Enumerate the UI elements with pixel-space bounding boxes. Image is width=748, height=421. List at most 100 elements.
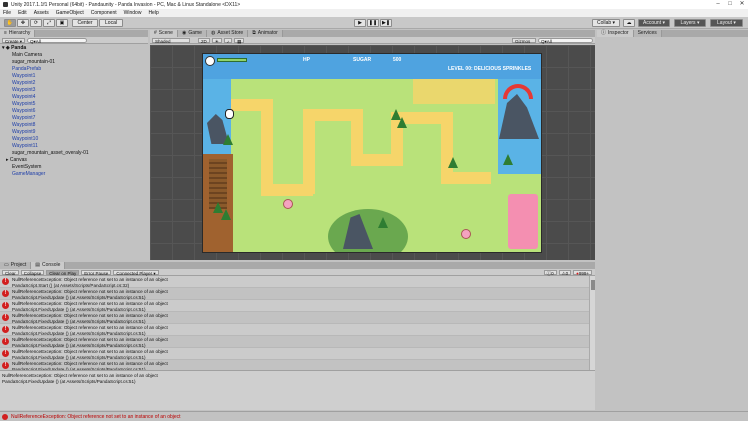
cloud-button[interactable]: ☁ [623, 19, 635, 27]
layers-label: Layers ▾ [680, 20, 700, 26]
console-row[interactable]: ! NullReferenceException: Object referenc… [0, 348, 592, 360]
account-button[interactable]: Account ▾ [638, 19, 670, 27]
tab-console[interactable]: ▤ Console [31, 262, 66, 269]
cake [508, 194, 538, 249]
menu-window[interactable]: Window [124, 10, 142, 16]
tab-services[interactable]: Services [633, 30, 662, 37]
warning-count-toggle[interactable]: ⚠0 [558, 269, 572, 276]
layout-button[interactable]: Layout ▾ [710, 19, 743, 27]
menu-component[interactable]: Component [91, 10, 117, 16]
tab-project[interactable]: ▭ Project [0, 262, 32, 269]
hierarchy-item[interactable]: Waypoint7 [0, 115, 148, 122]
path-segment [261, 99, 273, 194]
scale-tool-button[interactable]: ⤢ [43, 19, 55, 27]
hierarchy-item[interactable]: Waypoint8 [0, 122, 148, 129]
hierarchy-item-label: sugar_mountain-01 [12, 59, 56, 65]
hierarchy-item[interactable]: Waypoint3 [0, 87, 148, 94]
hierarchy-item[interactable]: Main Camera [0, 52, 148, 59]
menu-file[interactable]: File [3, 10, 11, 16]
step-button[interactable]: ▶❚ [380, 19, 392, 27]
hierarchy-search-input[interactable]: Q▾All [27, 37, 88, 44]
layers-button[interactable]: Layers ▾ [674, 19, 706, 27]
hierarchy-item[interactable]: sugar_mountain_asset_overaly-01 [0, 150, 148, 157]
connected-player-dropdown[interactable]: Connected Player ▾ [113, 269, 159, 276]
hierarchy-item[interactable]: sugar_mountain-01 [0, 59, 148, 66]
hud-sugar-value: 500 [393, 57, 402, 63]
hierarchy-item[interactable]: Waypoint4 [0, 94, 148, 101]
pause-button[interactable]: ❚❚ [367, 19, 379, 27]
folder-icon: ▭ [4, 262, 9, 268]
error-count-toggle[interactable]: ●999+ [573, 269, 592, 276]
hierarchy-item-label: Waypoint3 [12, 87, 36, 93]
menu-edit[interactable]: Edit [18, 10, 27, 16]
console-scroll-thumb[interactable] [591, 280, 595, 290]
step-icon: ▶❚ [381, 20, 391, 26]
collapse-button[interactable]: Collapse [20, 269, 45, 276]
shading-dropdown[interactable]: Shaded [152, 37, 190, 44]
tab-inspector[interactable]: ⓘ Inspector [597, 30, 634, 37]
create-button[interactable]: Create ▾ [2, 37, 26, 44]
minimize-button[interactable]: – [712, 0, 724, 9]
console-row[interactable]: ! NullReferenceException: Object referenc… [0, 324, 592, 336]
scene-viewport[interactable]: HP SUGAR 500 LEVEL 00: DELICIOUS SPRINKL… [150, 45, 595, 260]
hierarchy-item[interactable]: Waypoint6 [0, 108, 148, 115]
hand-icon: ✋ [6, 20, 14, 26]
collab-button[interactable]: Collab ▾ [592, 19, 620, 27]
audio-toggle[interactable]: ♪ [223, 37, 233, 44]
tab-animator[interactable]: ⧉ Animator [248, 30, 283, 37]
tab-scene[interactable]: # Scene [150, 30, 178, 37]
hand-tool-button[interactable]: ✋ [4, 19, 16, 27]
hierarchy-item[interactable]: GameManager [0, 171, 148, 178]
hierarchy-item[interactable]: Waypoint2 [0, 80, 148, 87]
scene-root-item[interactable]: ▾ ◈ Panda [0, 45, 148, 52]
clear-button[interactable]: Clear [2, 269, 19, 276]
play-button[interactable]: ▶ [354, 19, 366, 27]
tab-asset-store[interactable]: ◍ Asset Store [206, 30, 249, 37]
hierarchy-item[interactable]: Waypoint11 [0, 143, 148, 150]
console-scrollbar[interactable] [589, 276, 595, 370]
menu-help[interactable]: Help [148, 10, 158, 16]
hierarchy-item[interactable]: PandaPrefab [0, 66, 148, 73]
hierarchy-item[interactable]: Waypoint9 [0, 129, 148, 136]
console-row[interactable]: ! NullReferenceException: Object referenc… [0, 300, 592, 312]
console-stacktrace: PandaScript.FixedUpdate () (at Assets/Sc… [12, 342, 146, 348]
inspector-tabbar: ⓘ Inspector Services [597, 30, 748, 37]
rect-tool-button[interactable]: ▣ [56, 19, 68, 27]
error-pause-button[interactable]: Error Pause [81, 269, 112, 276]
hierarchy-item[interactable]: Waypoint5 [0, 101, 148, 108]
console-row[interactable]: ! NullReferenceException: Object referenc… [0, 336, 592, 348]
gizmos-dropdown[interactable]: Gizmos ▾ [512, 37, 536, 49]
console-row[interactable]: ! NullReferenceException: Object referenc… [0, 360, 592, 370]
console-row[interactable]: ! NullReferenceException: Object referenc… [0, 276, 592, 288]
menu-assets[interactable]: Assets [34, 10, 49, 16]
tree [378, 217, 388, 228]
effects-toggle[interactable]: ▦ [234, 37, 245, 44]
hierarchy-item-label: Waypoint9 [12, 129, 36, 135]
move-tool-button[interactable]: ✥ [17, 19, 29, 27]
error-icon: ! [2, 302, 9, 309]
console-row[interactable]: ! NullReferenceException: Object referenc… [0, 312, 592, 324]
console-row[interactable]: ! NullReferenceException: Object referenc… [0, 288, 592, 300]
tab-game[interactable]: ◉ Game [177, 30, 207, 37]
hierarchy-item[interactable]: Waypoint10 [0, 136, 148, 143]
game-icon: ◉ [181, 30, 187, 36]
pivot-center-button[interactable]: Center [72, 19, 98, 27]
2d-toggle[interactable]: 2D [198, 37, 210, 44]
path-segment [441, 172, 491, 184]
hierarchy-item[interactable]: Waypoint1 [0, 73, 148, 80]
scene-search-input[interactable]: Q▾All [538, 37, 593, 44]
hierarchy-item[interactable]: EventSystem [0, 164, 148, 171]
hierarchy-item-label: Waypoint8 [12, 122, 36, 128]
rotate-tool-button[interactable]: ⟳ [30, 19, 42, 27]
close-button[interactable]: ✕ [736, 0, 748, 9]
clear-on-play-button[interactable]: Clear on Play [46, 269, 80, 276]
maximize-button[interactable]: □ [724, 0, 736, 9]
hierarchy-item[interactable]: ▸ Canvas [0, 157, 148, 164]
info-count-toggle[interactable]: ⓘ0 [543, 269, 557, 276]
status-bar[interactable]: NullReferenceException: Object reference… [0, 411, 748, 421]
pivot-local-button[interactable]: Local [99, 19, 123, 27]
hierarchy-item-label: sugar_mountain_asset_overaly-01 [12, 150, 89, 156]
lighting-toggle[interactable]: ☀ [211, 37, 222, 44]
tab-hierarchy[interactable]: ≡ Hierarchy [0, 30, 36, 37]
menu-gameobject[interactable]: GameObject [56, 10, 84, 16]
